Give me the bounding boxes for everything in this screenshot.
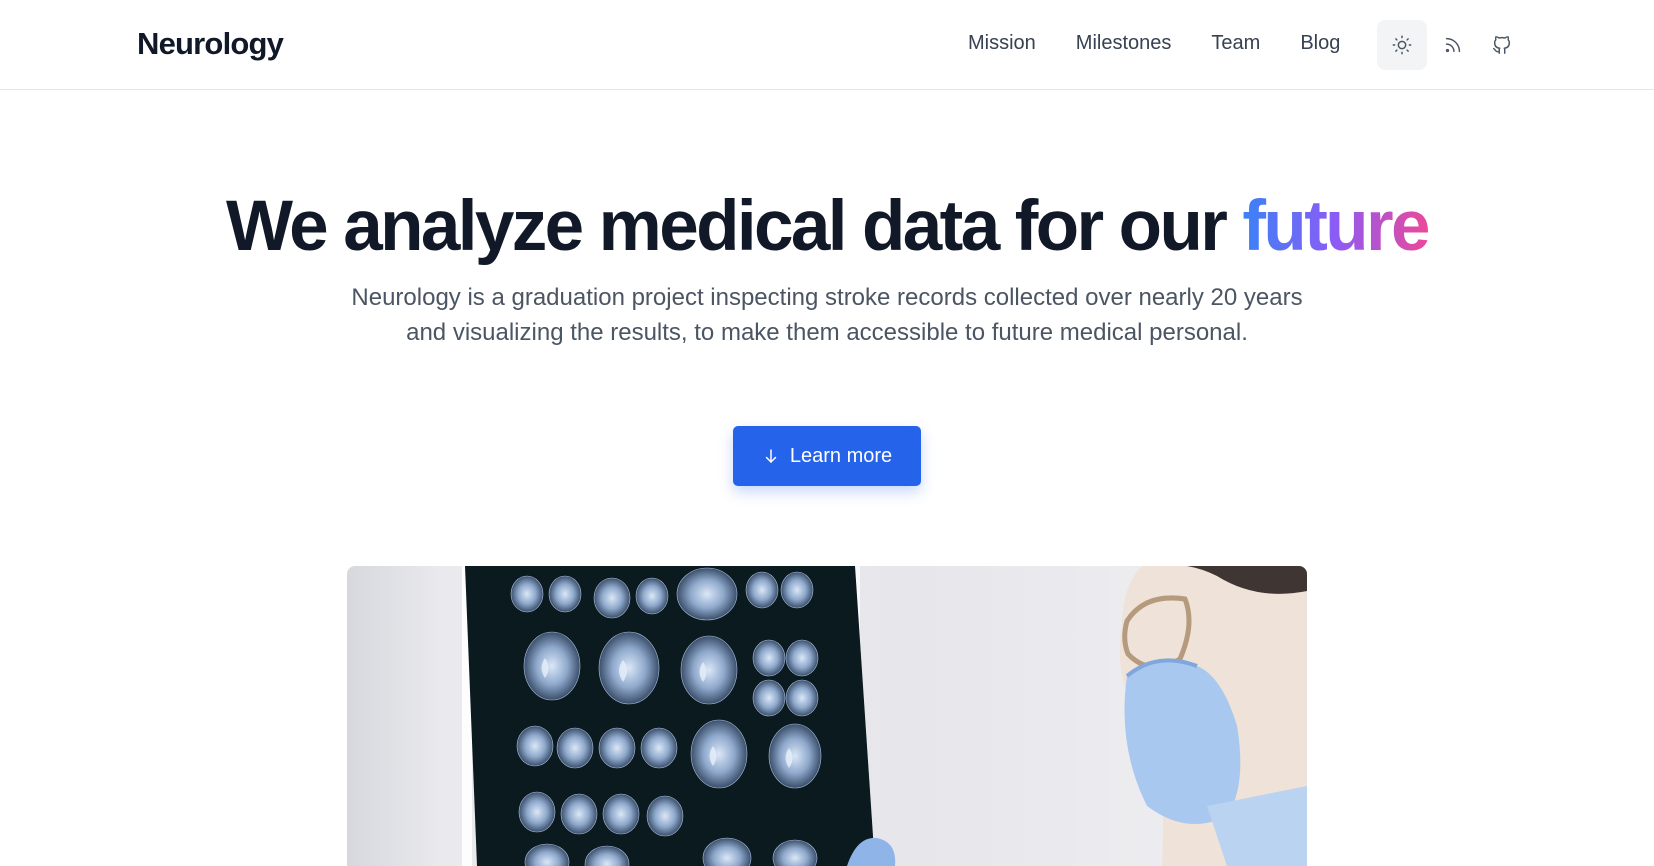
- hero-title-accent: future: [1242, 187, 1430, 266]
- doctor-figure: [1119, 566, 1307, 866]
- hero-title-main: We analyze medical data for our: [226, 187, 1243, 266]
- main-nav: Mission Milestones Team Blog: [968, 32, 1340, 55]
- github-icon: [1493, 36, 1511, 54]
- hero-subtitle: Neurology is a graduation project inspec…: [351, 284, 1303, 346]
- nav-item-milestones[interactable]: Milestones: [1076, 32, 1172, 55]
- brand-logo[interactable]: Neurology: [137, 26, 284, 62]
- brain-scan-illustration: [462, 566, 1307, 866]
- rss-button[interactable]: [1428, 20, 1478, 70]
- nav-item-team[interactable]: Team: [1211, 32, 1260, 55]
- site-header: Neurology Mission Milestones Team Blog: [0, 0, 1654, 90]
- rss-icon: [1445, 37, 1461, 53]
- nav-item-blog[interactable]: Blog: [1300, 32, 1340, 55]
- arrow-down-icon: [765, 449, 777, 463]
- github-button[interactable]: [1477, 20, 1527, 70]
- learn-more-button[interactable]: Learn more: [733, 426, 921, 486]
- theme-toggle-button[interactable]: [1377, 20, 1427, 70]
- nav-item-mission[interactable]: Mission: [968, 32, 1036, 55]
- sun-icon: [1392, 35, 1412, 55]
- hero-image: [347, 566, 1307, 866]
- learn-more-label: Learn more: [789, 444, 893, 467]
- hero-title: We analyze medical data for our future: [0, 184, 1654, 270]
